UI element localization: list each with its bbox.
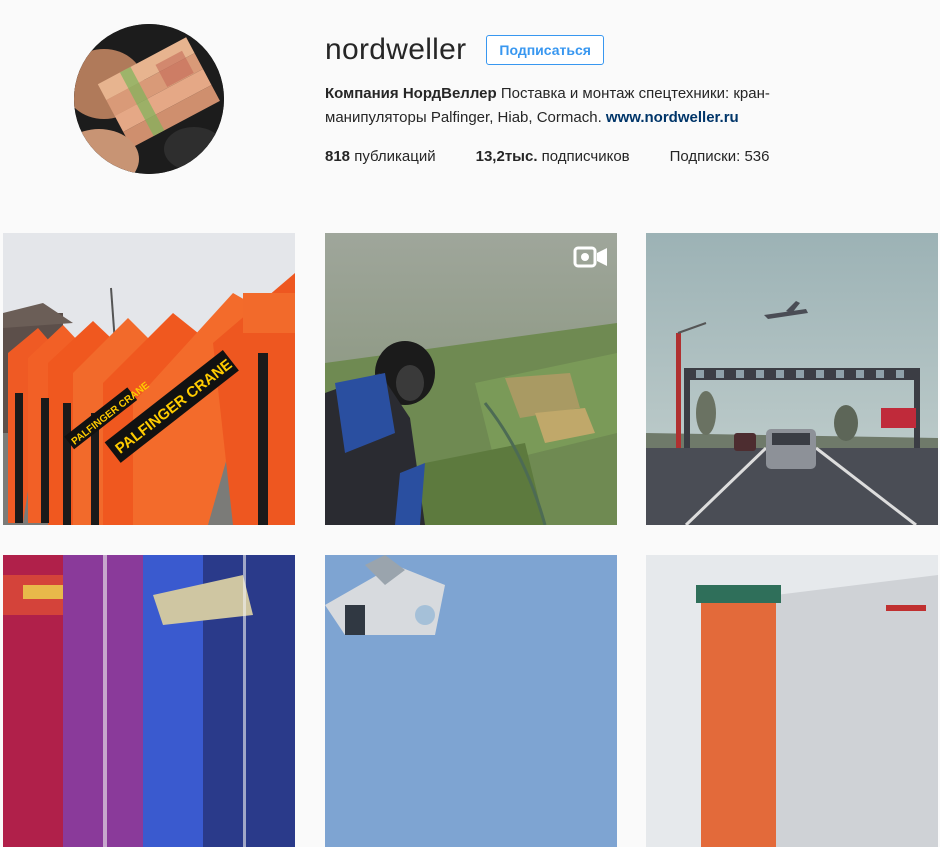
post-tile-colorful-structure[interactable] <box>3 555 295 847</box>
posts-label: публикаций <box>350 148 436 165</box>
paraglider-photo <box>325 233 617 525</box>
post-tile-building[interactable] <box>646 555 938 847</box>
post-tile-crane-sky[interactable] <box>325 555 617 847</box>
post-tile-paraglider-video[interactable] <box>325 233 617 525</box>
building-photo <box>646 555 938 847</box>
followers-label: подписчиков <box>537 148 630 165</box>
cranes-photo: PALFINGER CRANE PALFINGER CRANE <box>3 233 295 525</box>
following-label: Подписки: <box>669 148 745 165</box>
following-stat[interactable]: Подписки: 536 <box>670 148 770 165</box>
posts-stat: 818 публикаций <box>325 148 436 165</box>
profile-info: nordweller Подписаться Компания НордВелл… <box>325 26 905 165</box>
post-tile-cranes[interactable]: PALFINGER CRANE PALFINGER CRANE <box>3 233 295 525</box>
colorful-structure-photo <box>3 555 295 847</box>
followers-stat[interactable]: 13,2тыс. подписчиков <box>476 148 630 165</box>
avatar[interactable] <box>74 24 224 174</box>
followers-count: 13,2тыс. <box>475 148 538 165</box>
money-stack-avatar-image <box>74 24 224 174</box>
following-count: 536 <box>744 148 770 165</box>
follow-button[interactable]: Подписаться <box>486 35 604 65</box>
bio: Компания НордВеллер Поставка и монтаж сп… <box>325 82 845 130</box>
bio-name: Компания НордВеллер <box>325 85 497 102</box>
post-tile-highway[interactable] <box>646 233 938 525</box>
crane-sky-photo <box>325 555 617 847</box>
posts-count: 818 <box>325 148 351 165</box>
highway-photo <box>646 233 938 525</box>
website-link[interactable]: www.nordweller.ru <box>606 109 739 126</box>
username: nordweller <box>325 33 467 66</box>
profile-stats: 818 публикаций 13,2тыс. подписчиков Подп… <box>325 148 905 165</box>
profile-title-row: nordweller Подписаться <box>325 26 905 74</box>
